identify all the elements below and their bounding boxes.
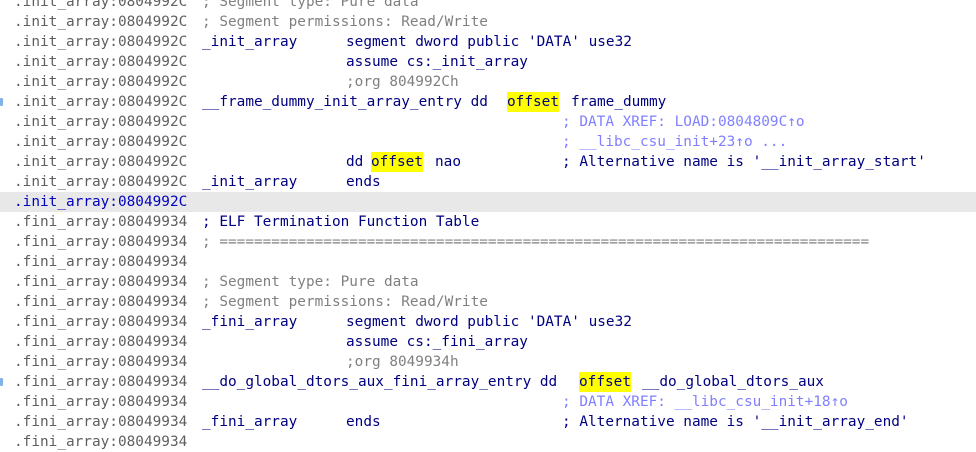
breakpoint-marker-icon[interactable] bbox=[0, 378, 3, 386]
xref-comment[interactable]: ; DATA XREF: LOAD:0804809C↑o bbox=[562, 112, 805, 132]
line-address: .fini_array:08049934 bbox=[14, 334, 188, 350]
line-address: .init_array:0804992C bbox=[14, 34, 188, 50]
line-address: .fini_array:08049934 bbox=[14, 314, 188, 330]
instruction-text: segment dword public 'DATA' use32 bbox=[346, 314, 632, 330]
comment: ; ======================================… bbox=[202, 234, 870, 250]
instruction-label[interactable]: _fini_array bbox=[202, 412, 297, 432]
instruction-text: assume cs:_fini_array bbox=[346, 334, 528, 350]
listing-line[interactable]: .fini_array:08049934 bbox=[0, 252, 976, 272]
line-address: .init_array:0804992C bbox=[14, 194, 188, 210]
line-address: .init_array:0804992C bbox=[14, 0, 188, 10]
line-address: .fini_array:08049934 bbox=[14, 234, 188, 250]
instruction-label[interactable]: _fini_array bbox=[202, 312, 297, 332]
line-address: .init_array:0804992C bbox=[14, 94, 188, 110]
comment: ; Segment type: Pure data bbox=[202, 0, 419, 10]
listing-line[interactable]: .fini_array:08049934 ; ==================… bbox=[0, 232, 976, 252]
comment: ; Segment type: Pure data bbox=[202, 274, 419, 290]
instruction-text: ; Alternative name is '__init_array_star… bbox=[562, 154, 926, 170]
instruction-text: segment dword public 'DATA' use32 bbox=[346, 34, 632, 50]
line-address: .init_array:0804992C bbox=[14, 134, 188, 150]
line-address: .init_array:0804992C bbox=[14, 154, 188, 170]
line-address: .init_array:0804992C bbox=[14, 174, 188, 190]
line-address: .fini_array:08049934 bbox=[14, 274, 188, 290]
line-address: .fini_array:08049934 bbox=[14, 434, 188, 450]
listing-line[interactable]: .fini_array:08049934 ; Segment type: Pure… bbox=[0, 272, 976, 292]
line-address: .fini_array:08049934 bbox=[14, 214, 188, 230]
disassembly-listing[interactable]: .init_array:0804992C ; Segment type: Pure… bbox=[0, 0, 976, 451]
listing-line[interactable]: .init_array:0804992C ; DATA XREF: LOAD:08… bbox=[0, 112, 976, 132]
line-address: .init_array:0804992C bbox=[14, 74, 188, 90]
listing-line[interactable]: .init_array:0804992C assume cs:_init_arra… bbox=[0, 52, 976, 72]
instruction-text: ends bbox=[346, 414, 381, 430]
listing-line[interactable]: .fini_array:08049934 ; Segment permission… bbox=[0, 292, 976, 312]
line-address: .init_array:0804992C bbox=[14, 114, 188, 130]
operand[interactable]: __do_global_dtors_aux bbox=[642, 372, 824, 392]
listing-line[interactable]: .fini_array:08049934 ; DATA XREF: __libc_… bbox=[0, 392, 976, 412]
instruction-label[interactable]: _init_array bbox=[202, 32, 297, 52]
line-address: .fini_array:08049934 bbox=[14, 294, 188, 310]
line-address: .init_array:0804992C bbox=[14, 54, 188, 70]
line-address: .fini_array:08049934 bbox=[14, 414, 188, 430]
instruction-text: ; ELF Termination Function Table bbox=[202, 214, 480, 230]
comment: ; Segment permissions: Read/Write bbox=[202, 294, 488, 310]
listing-line[interactable]: .init_array:0804992C _init_array segment d… bbox=[0, 32, 976, 52]
highlighted-keyword: offset bbox=[507, 92, 559, 112]
xref-comment[interactable]: ; __libc_csu_init+23↑o ... bbox=[562, 132, 787, 152]
instruction-label[interactable]: __frame_dummy_init_array_entry dd bbox=[202, 92, 488, 112]
instruction-text: dd bbox=[346, 154, 364, 170]
breakpoint-marker-icon[interactable] bbox=[0, 98, 3, 106]
instruction-label[interactable]: _init_array bbox=[202, 172, 297, 192]
listing-line[interactable]: .init_array:0804992C ; Segment type: Pure… bbox=[0, 0, 976, 12]
listing-line[interactable]: .fini_array:08049934 _fini_array ends ; Alt… bbox=[0, 412, 976, 432]
line-address: .fini_array:08049934 bbox=[14, 374, 188, 390]
listing-line[interactable]: .fini_array:08049934 __do_global_dtors_au… bbox=[0, 372, 976, 392]
operand[interactable]: nao bbox=[435, 152, 461, 172]
listing-line-current[interactable]: .init_array:0804992C bbox=[0, 192, 976, 212]
line-address: .fini_array:08049934 bbox=[14, 254, 188, 270]
instruction-text: assume cs:_init_array bbox=[346, 54, 528, 70]
instruction-text: ; Alternative name is '__init_array_end' bbox=[562, 414, 909, 430]
listing-line[interactable]: .fini_array:08049934 assume cs:_fini_arra… bbox=[0, 332, 976, 352]
listing-line[interactable]: .init_array:0804992C _init_array ends bbox=[0, 172, 976, 192]
listing-line[interactable]: .fini_array:08049934 bbox=[0, 432, 976, 452]
listing-line[interactable]: .init_array:0804992C ;org 804992Ch bbox=[0, 72, 976, 92]
operand[interactable]: frame_dummy bbox=[571, 92, 666, 112]
instruction-text: ends bbox=[346, 174, 381, 190]
highlighted-keyword: offset bbox=[371, 152, 423, 172]
listing-line[interactable]: .fini_array:08049934 _fini_array segment d… bbox=[0, 312, 976, 332]
listing-line[interactable]: .init_array:0804992C ; __libc_csu_init+23… bbox=[0, 132, 976, 152]
line-address: .init_array:0804992C bbox=[14, 14, 188, 30]
comment: ; Segment permissions: Read/Write bbox=[202, 14, 488, 30]
listing-line[interactable]: .fini_array:08049934 ; ELF Termination Fu… bbox=[0, 212, 976, 232]
instruction-label[interactable]: __do_global_dtors_aux_fini_array_entry d… bbox=[202, 372, 557, 392]
listing-line[interactable]: .fini_array:08049934 ;org 8049934h bbox=[0, 352, 976, 372]
listing-line[interactable]: .init_array:0804992C ; Segment permission… bbox=[0, 12, 976, 32]
comment: ;org 8049934h bbox=[346, 354, 459, 370]
highlighted-keyword: offset bbox=[579, 372, 631, 392]
listing-line[interactable]: .init_array:0804992C __frame_dummy_init_a… bbox=[0, 92, 976, 112]
comment: ;org 804992Ch bbox=[346, 74, 459, 90]
line-address: .fini_array:08049934 bbox=[14, 354, 188, 370]
xref-comment[interactable]: ; DATA XREF: __libc_csu_init+18↑o bbox=[562, 392, 848, 412]
listing-line[interactable]: .init_array:0804992C dd offset nao ; Alterna… bbox=[0, 152, 976, 172]
line-address: .fini_array:08049934 bbox=[14, 394, 188, 410]
